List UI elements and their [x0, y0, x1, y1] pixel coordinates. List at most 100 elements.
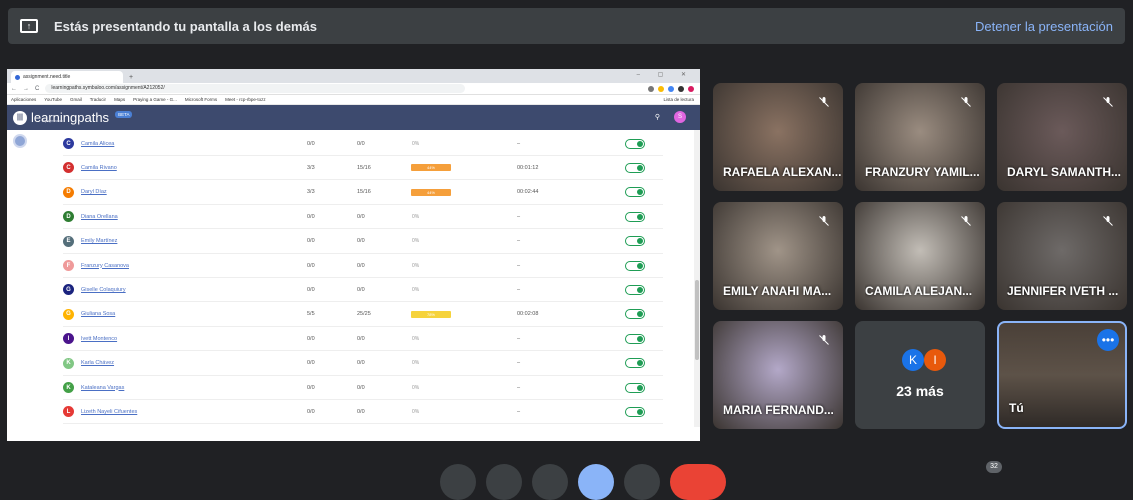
- time-cell: 00:02:08: [517, 311, 539, 318]
- back-icon[interactable]: ←: [11, 86, 17, 92]
- visibility-toggle[interactable]: [625, 260, 645, 271]
- bookmark-item[interactable]: Praying a Game - G...: [133, 97, 177, 102]
- attempts-cell: 0/0: [307, 408, 315, 415]
- window-controls[interactable]: – ▢ ✕: [637, 71, 694, 78]
- microphone-button[interactable]: [440, 464, 476, 500]
- extensions-area: [648, 85, 694, 92]
- muted-mic-icon: [813, 329, 835, 351]
- address-bar: ← → C learningpaths.symbaloo.com/assignm…: [7, 83, 700, 95]
- more-options-icon[interactable]: •••: [1097, 329, 1119, 351]
- student-name[interactable]: Giuliana Sosa: [81, 311, 115, 317]
- presentation-banner: ↑ Estás presentando tu pantalla a los de…: [8, 8, 1125, 44]
- self-tile[interactable]: ••• Tú: [997, 321, 1127, 429]
- presentation-message: Estás presentando tu pantalla a los demá…: [54, 18, 317, 34]
- scrollbar[interactable]: [694, 130, 700, 427]
- participant-tile[interactable]: JENNIFER IVETH ...: [997, 202, 1127, 310]
- student-name[interactable]: Daryl Díaz: [81, 189, 107, 195]
- bookmark-item[interactable]: Aplicaciones: [11, 97, 36, 102]
- bookmark-item[interactable]: Gmail: [70, 97, 82, 102]
- camera-button[interactable]: [486, 464, 522, 500]
- participant-tile[interactable]: DARYL SAMANTH...: [997, 83, 1127, 191]
- visibility-toggle[interactable]: [625, 162, 645, 173]
- people-count-badge[interactable]: 32: [986, 461, 1002, 473]
- progress-bar: 78%: [411, 310, 451, 318]
- participant-name: CAMILA ALEJAN...: [865, 284, 973, 298]
- bookmark-item[interactable]: YouTube: [44, 97, 62, 102]
- student-name[interactable]: Diana Orellana: [81, 214, 118, 220]
- student-name[interactable]: Lizeth Nayeli Cifuentes: [81, 409, 137, 415]
- time-cell: –: [517, 335, 521, 342]
- student-name[interactable]: Ivett Montenco: [81, 336, 117, 342]
- participant-tile[interactable]: FRANZURY YAMIL...: [855, 83, 985, 191]
- visibility-toggle[interactable]: [625, 138, 645, 149]
- bookmark-item[interactable]: Meet - rcp-rbpe-tozz: [225, 97, 266, 102]
- learningpaths-header: ||| learningpaths by symbaloo BETA ⚲ S: [7, 105, 700, 130]
- present-screen-icon: ↑: [20, 19, 38, 33]
- visibility-toggle[interactable]: [625, 406, 645, 417]
- bookmark-item[interactable]: Maps: [114, 97, 125, 102]
- bookmark-item[interactable]: Microsoft Forms: [185, 97, 217, 102]
- visibility-toggle[interactable]: [625, 382, 645, 393]
- participant-tile[interactable]: RAFAELA ALEXAN...: [713, 83, 843, 191]
- browser-tab[interactable]: assignment.need.title: [11, 71, 123, 83]
- user-avatar[interactable]: S: [674, 111, 686, 123]
- progress-text: 0%: [412, 213, 420, 220]
- url-field[interactable]: learningpaths.symbaloo.com/assignment/A2…: [45, 84, 466, 93]
- time-cell: –: [517, 140, 521, 147]
- scrollbar-thumb[interactable]: [695, 280, 699, 360]
- sidebar-avatar[interactable]: [13, 134, 27, 148]
- student-avatar: E: [63, 235, 74, 247]
- score-cell: 0/0: [357, 262, 365, 269]
- extension-icon[interactable]: [668, 85, 674, 92]
- score-cell: 15/16: [357, 164, 371, 171]
- visibility-toggle[interactable]: [625, 284, 645, 295]
- extension-icon[interactable]: [658, 85, 664, 92]
- reload-icon[interactable]: C: [35, 86, 39, 92]
- participant-name: MARIA FERNAND...: [723, 403, 834, 417]
- profile-icon[interactable]: [688, 85, 694, 92]
- student-name[interactable]: Karla Chávez: [81, 360, 114, 366]
- table-row: I Ivett Montenco 0/0 0/0 0% –: [63, 327, 663, 352]
- extension-icon[interactable]: [678, 85, 684, 92]
- time-cell: –: [517, 360, 521, 367]
- student-name[interactable]: Kataleana Vargas: [81, 385, 124, 391]
- participant-name: EMILY ANAHI MA...: [723, 284, 832, 298]
- score-cell: 0/0: [357, 408, 365, 415]
- time-cell: 00:01:12: [517, 164, 539, 171]
- visibility-toggle[interactable]: [625, 187, 645, 198]
- student-name[interactable]: Camila Alicea: [81, 141, 114, 147]
- time-cell: –: [517, 213, 521, 220]
- stop-presentation-button[interactable]: Detener la presentación: [975, 19, 1113, 34]
- forward-icon[interactable]: →: [23, 86, 29, 92]
- participant-tile[interactable]: EMILY ANAHI MA...: [713, 202, 843, 310]
- more-participants-tile[interactable]: K I 23 más: [855, 321, 985, 429]
- leave-call-button[interactable]: [670, 464, 726, 500]
- visibility-toggle[interactable]: [625, 211, 645, 222]
- captions-button[interactable]: [532, 464, 568, 500]
- bookmark-item[interactable]: Traducir: [90, 97, 106, 102]
- extension-icon[interactable]: [648, 85, 654, 92]
- visibility-toggle[interactable]: [625, 358, 645, 369]
- student-name[interactable]: Emily Martínez: [81, 238, 117, 244]
- muted-mic-icon: [1097, 91, 1119, 113]
- present-button[interactable]: [578, 464, 614, 500]
- muted-mic-icon: [955, 91, 977, 113]
- student-name[interactable]: Giselle Colaquiury: [81, 287, 126, 293]
- visibility-toggle[interactable]: [625, 309, 645, 320]
- visibility-toggle[interactable]: [625, 236, 645, 247]
- participant-name: JENNIFER IVETH ...: [1007, 284, 1119, 298]
- visibility-toggle[interactable]: [625, 333, 645, 344]
- search-icon[interactable]: ⚲: [655, 113, 660, 121]
- favicon-icon: [15, 74, 20, 80]
- student-name[interactable]: Camila Rivano: [81, 165, 117, 171]
- student-name[interactable]: Franzury Casanova: [81, 263, 129, 269]
- learningpaths-logo-icon: |||: [13, 110, 27, 125]
- attempts-cell: 0/0: [307, 238, 315, 245]
- reading-list[interactable]: Lista de lectura: [663, 97, 694, 102]
- more-options-button[interactable]: [624, 464, 660, 500]
- participant-tile[interactable]: MARIA FERNAND...: [713, 321, 843, 429]
- new-tab-icon[interactable]: +: [129, 74, 133, 81]
- score-cell: 0/0: [357, 335, 365, 342]
- participant-tile[interactable]: CAMILA ALEJAN...: [855, 202, 985, 310]
- score-cell: 25/25: [357, 311, 371, 318]
